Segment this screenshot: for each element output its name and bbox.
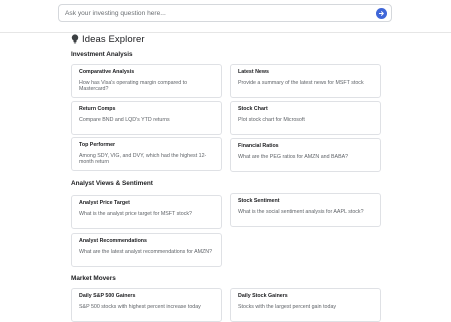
idea-card-return-comps[interactable]: Return Comps Compare BND and LQD's YTD r… xyxy=(71,101,222,135)
idea-card-top-performer[interactable]: Top Performer Among SDY, VIG, and DVY, w… xyxy=(71,137,222,171)
idea-card-analyst-price-target[interactable]: Analyst Price Target What is the analyst… xyxy=(71,195,222,229)
card-description: Stocks with the largest percent gain tod… xyxy=(238,304,337,310)
card-description: What are the latest analyst recommendati… xyxy=(79,249,213,255)
idea-card-analyst-recommendations[interactable]: Analyst Recommendations What are the lat… xyxy=(71,233,222,267)
card-title: Latest News xyxy=(238,69,269,75)
card-description: Provide a summary of the latest news for… xyxy=(238,80,364,86)
card-title: Analyst Price Target xyxy=(79,200,130,206)
search-box xyxy=(58,4,392,22)
card-description: Compare BND and LQD's YTD returns xyxy=(79,117,170,123)
card-description: What is the analyst price target for MSF… xyxy=(79,211,192,217)
page-header: Ideas Explorer xyxy=(71,33,145,45)
arrow-right-icon xyxy=(378,11,384,16)
card-description: Among SDY, VIG, and DVY, which had the h… xyxy=(79,153,207,166)
search-input[interactable] xyxy=(65,6,365,20)
card-description: What are the PEG ratios for AMZN and BAB… xyxy=(238,154,349,160)
card-description: S&P 500 stocks with highest percent incr… xyxy=(79,304,201,310)
idea-card-latest-news[interactable]: Latest News Provide a summary of the lat… xyxy=(230,64,381,98)
card-title: Top Performer xyxy=(79,142,116,148)
section-title-market-movers: Market Movers xyxy=(71,275,116,282)
card-title: Stock Sentiment xyxy=(238,198,280,204)
card-title: Financial Ratios xyxy=(238,143,279,149)
card-title: Daily Stock Gainers xyxy=(238,293,288,299)
card-description: Plot stock chart for Microsoft xyxy=(238,117,305,123)
card-title: Daily S&P 500 Gainers xyxy=(79,293,136,299)
idea-card-stock-sentiment[interactable]: Stock Sentiment What is the social senti… xyxy=(230,193,381,227)
card-title: Analyst Recommendations xyxy=(79,238,147,244)
card-title: Comparative Analysis xyxy=(79,69,135,75)
page-title: Ideas Explorer xyxy=(82,33,145,45)
card-description: What is the social sentiment analysis fo… xyxy=(238,209,364,215)
card-title: Stock Chart xyxy=(238,106,268,112)
section-title-investment-analysis: Investment Analysis xyxy=(71,51,133,58)
idea-card-daily-stock-gainers[interactable]: Daily Stock Gainers Stocks with the larg… xyxy=(230,288,381,322)
lightbulb-icon xyxy=(71,34,79,44)
top-bar xyxy=(0,0,451,33)
idea-card-comparative-analysis[interactable]: Comparative Analysis How has Visa's oper… xyxy=(71,64,222,98)
submit-button[interactable] xyxy=(376,8,387,19)
idea-card-daily-sp500-gainers[interactable]: Daily S&P 500 Gainers S&P 500 stocks wit… xyxy=(71,288,222,322)
idea-card-financial-ratios[interactable]: Financial Ratios What are the PEG ratios… xyxy=(230,138,381,172)
card-description: How has Visa's operating margin compared… xyxy=(79,80,188,93)
section-title-analyst-views: Analyst Views & Sentiment xyxy=(71,180,153,187)
idea-card-stock-chart[interactable]: Stock Chart Plot stock chart for Microso… xyxy=(230,101,381,135)
card-title: Return Comps xyxy=(79,106,116,112)
